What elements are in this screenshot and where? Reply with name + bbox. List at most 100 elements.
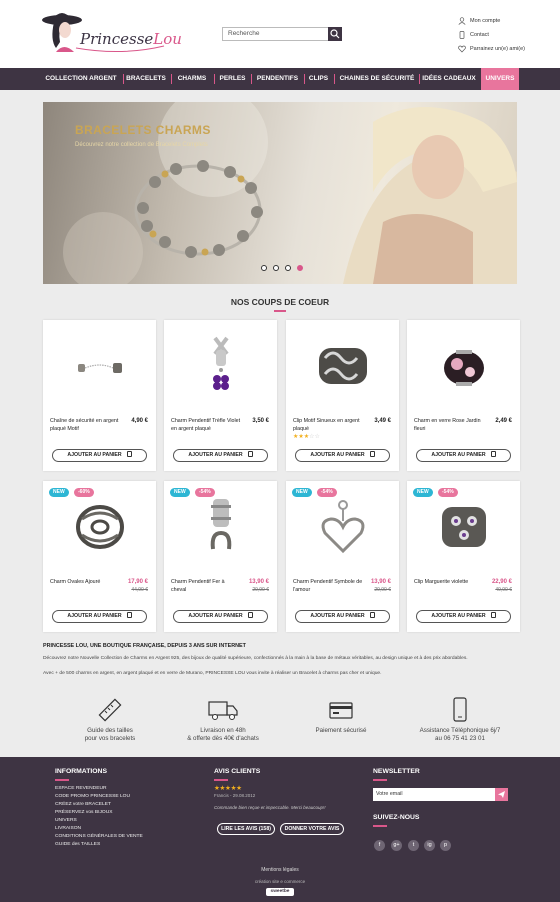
add-to-cart-button[interactable]: AJOUTER AU PANIER	[295, 610, 390, 623]
newsletter-email-input[interactable]: Votre email	[373, 788, 495, 801]
product-card[interactable]: Clip Motif Sinueux en argent plaqué 3,49…	[286, 320, 399, 471]
credit-text: création site e commerce	[254, 879, 306, 884]
feature-line: Paiement sécurisé	[315, 727, 367, 734]
credit-card-icon	[329, 702, 353, 719]
add-to-cart-button[interactable]: AJOUTER AU PANIER	[52, 610, 147, 623]
hero-banner[interactable]: BRACELETS CHARMS Découvrez notre collect…	[43, 102, 517, 284]
site-header: PrincesseLou Recherche Mon compte Contac…	[0, 0, 560, 68]
add-to-cart-button[interactable]: AJOUTER AU PANIER	[173, 449, 268, 462]
slider-dot[interactable]	[285, 265, 291, 271]
search-button[interactable]	[328, 27, 342, 41]
search-input[interactable]: Recherche	[222, 27, 342, 41]
product-card[interactable]: NEW -54% Charm Pendentif Symbole de l'am…	[286, 481, 399, 632]
footer-newsletter-title: NEWSLETTER	[373, 768, 420, 775]
product-card[interactable]: Charm en verre Rose Jardin fleuri 2,49 €…	[407, 320, 520, 471]
nav-item-charms[interactable]: CHARMS	[174, 68, 210, 90]
footer-link[interactable]: LIVRAISON	[55, 825, 143, 833]
nav-item-pendentifs[interactable]: PENDENTIFS	[254, 68, 301, 90]
product-card[interactable]: NEW -54% Charm Pendentif Fer à cheval 13…	[164, 481, 277, 632]
add-to-cart-label: AJOUTER AU PANIER	[67, 452, 122, 458]
footer-link[interactable]: UNIVERS	[55, 817, 143, 825]
product-name[interactable]: Charm Pendentif Fer à cheval	[171, 579, 241, 594]
footer-link[interactable]: CODE PROMO PRINCESSE LOU	[55, 793, 143, 801]
pinterest-icon[interactable]: p	[440, 840, 451, 851]
newsletter-submit-button[interactable]	[495, 788, 508, 801]
product-name[interactable]: Chaîne de sécurité en argent plaqué Moti…	[50, 418, 120, 433]
slider-dot[interactable]	[273, 265, 279, 271]
old-price: 44,90 €	[131, 587, 148, 593]
product-price: 13,90 €	[370, 579, 391, 585]
footer-link[interactable]: CONDITIONS GÉNÉRALES DE VENTE	[55, 833, 143, 841]
feature-line: & offerte dès 40€ d'achats	[187, 735, 259, 742]
legal-link[interactable]: Mentions légales	[0, 867, 560, 873]
product-card[interactable]: Charm Pendentif Trèfle Violet en argent …	[164, 320, 277, 471]
product-name[interactable]: Charm Ovales Ajouré	[50, 579, 120, 587]
product-name[interactable]: Charm Pendentif Trèfle Violet en argent …	[171, 418, 241, 433]
nav-divider	[214, 74, 215, 84]
add-to-cart-button[interactable]: AJOUTER AU PANIER	[173, 610, 268, 623]
nav-divider	[171, 74, 172, 84]
review-stars: ★★★★★	[214, 785, 242, 792]
footer-link[interactable]: CRÉEZ votre BRACELET	[55, 801, 143, 809]
product-name[interactable]: Clip Motif Sinueux en argent plaqué	[293, 418, 363, 433]
contact-link[interactable]: Contact	[457, 28, 557, 42]
google-plus-icon[interactable]: g+	[391, 840, 402, 851]
clover-pendant-icon	[213, 336, 229, 390]
add-to-cart-label: AJOUTER AU PANIER	[67, 613, 122, 619]
nav-item-bracelets[interactable]: BRACELETS	[126, 68, 166, 90]
footer-link[interactable]: PRÉSERVEZ vos BIJOUX	[55, 809, 143, 817]
about-title: PRINCESSE LOU, UNE BOUTIQUE FRANÇAISE, D…	[43, 643, 246, 649]
footer-link[interactable]: ESPACE REVENDEUR	[55, 785, 143, 793]
safety-chain-icon	[78, 363, 122, 373]
product-price: 2,49 €	[495, 418, 512, 424]
feature-secure-payment[interactable]: Paiement sécurisé	[281, 696, 401, 735]
add-to-cart-button[interactable]: AJOUTER AU PANIER	[295, 449, 390, 462]
openwork-charm-icon	[76, 505, 124, 549]
my-account-link[interactable]: Mon compte	[457, 14, 557, 28]
nav-item-univers[interactable]: UNIVERS	[481, 68, 519, 90]
nav-item-clips[interactable]: CLIPS	[307, 68, 330, 90]
nav-item-idees-cadeaux[interactable]: IDÉES CADEAUX	[421, 68, 477, 90]
feature-line: pour vos bracelets	[84, 735, 136, 742]
new-badge: NEW	[49, 488, 69, 497]
account-links: Mon compte Contact Parrainez un(e) ami(e…	[457, 14, 557, 56]
phone-icon	[453, 697, 467, 722]
facebook-icon[interactable]: f	[374, 840, 385, 851]
product-name[interactable]: Clip Marguerite violette	[414, 579, 484, 587]
about-paragraph: Avec + de 500 charms en argent, en argen…	[43, 670, 382, 676]
instagram-icon[interactable]: ig	[424, 840, 435, 851]
ruler-icon	[98, 698, 122, 722]
product-card[interactable]: NEW -60% Charm Ovales Ajouré 17,90 € 44,…	[43, 481, 156, 632]
daisy-clip-icon	[442, 507, 486, 547]
product-name[interactable]: Charm en verre Rose Jardin fleuri	[414, 418, 484, 433]
nav-item-chaines-securite[interactable]: CHAINES DE SÉCURITÉ	[337, 68, 417, 90]
add-to-cart-button[interactable]: AJOUTER AU PANIER	[52, 449, 147, 462]
logo[interactable]: PrincesseLou	[42, 8, 182, 60]
feature-delivery[interactable]: Livraison en 48h & offerte dès 40€ d'acha…	[163, 696, 283, 743]
add-to-cart-button[interactable]: AJOUTER AU PANIER	[416, 610, 511, 623]
bag-icon	[369, 451, 375, 457]
add-to-cart-button[interactable]: AJOUTER AU PANIER	[416, 449, 511, 462]
nav-item-perles[interactable]: PERLES	[217, 68, 248, 90]
read-reviews-button[interactable]: LIRE LES AVIS (158)	[217, 823, 275, 835]
referral-link[interactable]: Parrainez un(e) ami(e)	[457, 42, 557, 56]
product-price: 3,49 €	[374, 418, 391, 424]
footer-reviews-title: AVIS CLIENTS	[214, 768, 261, 775]
twitter-icon[interactable]: t	[408, 840, 419, 851]
product-name[interactable]: Charm Pendentif Symbole de l'amour	[293, 579, 363, 594]
product-price: 17,90 €	[127, 579, 148, 585]
product-card[interactable]: Chaîne de sécurité en argent plaqué Moti…	[43, 320, 156, 471]
my-account-label: Mon compte	[470, 18, 501, 24]
credit-brand-logo[interactable]: sweetbe	[266, 888, 294, 896]
slider-dot[interactable]	[261, 265, 267, 271]
horseshoe-pendant-icon	[210, 499, 232, 550]
footer-link[interactable]: GUIDE des TAILLES	[55, 841, 143, 849]
feature-size-guide[interactable]: Guide des tailles pour vos bracelets	[50, 696, 170, 743]
slider-dot-active[interactable]	[297, 265, 303, 271]
nav-divider	[304, 74, 305, 84]
product-card[interactable]: NEW -54% Clip Marguerite violette 22,90 …	[407, 481, 520, 632]
feature-phone-support[interactable]: Assistance Téléphonique 6j/7 au 06 75 41 …	[400, 696, 520, 743]
footer-info-links: ESPACE REVENDEUR CODE PROMO PRINCESSE LO…	[55, 785, 143, 849]
give-review-button[interactable]: DONNER VOTRE AVIS	[280, 823, 344, 835]
nav-item-collection-argent[interactable]: COLLECTION ARGENT	[43, 68, 119, 90]
